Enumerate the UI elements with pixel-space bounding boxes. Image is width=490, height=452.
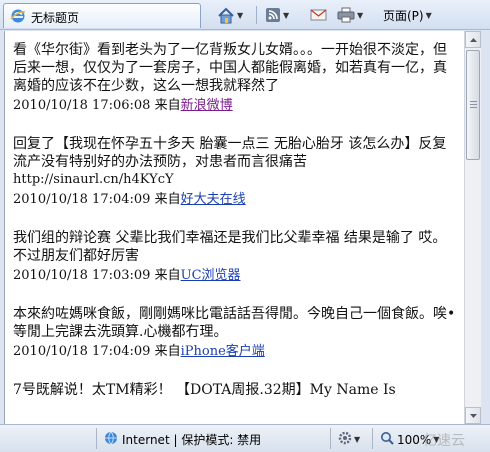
ie-page-icon — [10, 8, 26, 24]
chevron-down-icon: ▼ — [354, 435, 361, 444]
post-timestamp: 2010/10/18 17:04:09 — [13, 192, 151, 207]
arrow-up-icon — [469, 37, 477, 42]
page-menu[interactable]: 页面(P) ▼ — [383, 5, 432, 25]
post-item: 本來約咗媽咪食飯，剛剛媽咪比電話話吾得閒。今晚自己一個食飯。唉•等閒上完課去洗頭… — [13, 305, 458, 362]
arrow-down-icon — [469, 413, 477, 418]
mail-icon — [310, 8, 327, 22]
home-button[interactable]: ▼ — [217, 5, 243, 25]
post-item: 回复了【我现在怀孕五十多天 胎囊一点三 无胎心胎牙 该怎么办】反复流产没有特别好… — [13, 135, 458, 210]
chevron-down-icon[interactable]: ▼ — [283, 11, 289, 20]
source-link[interactable]: iPhone客户端 — [181, 344, 265, 359]
status-divider — [96, 428, 97, 449]
home-icon — [217, 7, 235, 24]
zone-label: Internet | 保护模式: 禁用 — [122, 433, 262, 447]
browser-toolbar: 无标题页 ▼ ▼ ▼ 页面(P) ▼ — [0, 0, 490, 30]
post-meta: 2010/10/18 17:03:09 来自UC浏览器 — [13, 266, 458, 286]
rss-icon — [265, 7, 281, 23]
source-prefix: 来自 — [154, 98, 181, 113]
source-link[interactable]: 新浪微博 — [181, 98, 233, 113]
source-link[interactable]: UC浏览器 — [181, 268, 241, 283]
post-item: 7号既解说！太TM精彩！ 【DOTA周报.32期】My Name Is — [13, 381, 458, 399]
post-list: 看《华尔街》看到老头为了一亿背叛女儿女婿。。。一开始很不淡定，但后来一想，仅仅为… — [5, 31, 464, 399]
source-prefix: 来自 — [154, 268, 181, 283]
mail-button[interactable] — [310, 5, 327, 25]
post-meta: 2010/10/18 17:06:08 来自新浪微博 — [13, 96, 458, 116]
tools-button[interactable]: ▼ — [338, 431, 360, 448]
feeds-button[interactable]: ▼ — [265, 5, 289, 25]
status-divider — [372, 428, 373, 449]
scroll-up-button[interactable] — [465, 31, 481, 48]
post-timestamp: 2010/10/18 17:04:09 — [13, 344, 151, 359]
post-text: 7号既解说！太TM精彩！ 【DOTA周报.32期】My Name Is — [13, 382, 396, 398]
gear-icon — [338, 431, 352, 448]
post-timestamp: 2010/10/18 17:06:08 — [13, 98, 151, 113]
page-menu-label: 页面(P) — [383, 8, 424, 23]
source-prefix: 来自 — [154, 192, 181, 207]
chevron-down-icon[interactable]: ▼ — [357, 11, 363, 20]
print-button[interactable]: ▼ — [337, 5, 363, 25]
post-text: 看《华尔街》看到老头为了一亿背叛女儿女婿。。。一开始很不淡定，但后来一想，仅仅为… — [13, 42, 447, 94]
security-zone[interactable]: Internet | 保护模式: 禁用 — [104, 431, 261, 448]
post-item: 看《华尔街》看到老头为了一亿背叛女儿女婿。。。一开始很不淡定，但后来一想，仅仅为… — [13, 41, 458, 116]
scroll-down-button[interactable] — [465, 407, 481, 424]
chevron-down-icon[interactable]: ▼ — [237, 11, 243, 20]
tab-current[interactable]: 无标题页 — [3, 3, 201, 28]
tab-title: 无标题页 — [31, 11, 80, 25]
globe-icon — [104, 431, 118, 448]
source-prefix: 来自 — [154, 344, 181, 359]
watermark-logo: 亿速云 — [423, 433, 465, 449]
post-url: http://sinaurl.cn/h4KYcY — [13, 172, 174, 187]
page-viewport[interactable]: 看《华尔街》看到老头为了一亿背叛女儿女婿。。。一开始很不淡定，但后来一想，仅仅为… — [4, 31, 464, 424]
vertical-scrollbar[interactable] — [464, 31, 481, 424]
window-frame — [481, 31, 490, 424]
status-bar: Internet | 保护模式: 禁用 ▼ 100% ▼ — [0, 424, 490, 452]
source-link[interactable]: 好大夫在线 — [181, 192, 246, 207]
post-meta: 2010/10/18 17:04:09 来自好大夫在线 — [13, 190, 458, 210]
magnifier-icon — [380, 431, 394, 448]
scroll-thumb[interactable] — [466, 50, 480, 160]
printer-icon — [337, 7, 355, 23]
status-divider — [330, 428, 331, 449]
post-meta: 2010/10/18 17:04:09 来自iPhone客户端 — [13, 342, 458, 362]
chevron-down-icon: ▼ — [425, 10, 432, 20]
post-item: 我们组的辩论赛 父辈比我们幸福还是我们比父辈幸福 结果是输了 哎。不过朋友们都好… — [13, 229, 458, 286]
toolbar-divider — [256, 6, 257, 24]
post-text: 我们组的辩论赛 父辈比我们幸福还是我们比父辈幸福 结果是输了 哎。不过朋友们都好… — [13, 230, 447, 264]
post-text: 本來約咗媽咪食飯，剛剛媽咪比電話話吾得閒。今晚自己一個食飯。唉•等閒上完課去洗頭… — [13, 306, 456, 340]
post-timestamp: 2010/10/18 17:03:09 — [13, 268, 151, 283]
post-text: 回复了【我现在怀孕五十多天 胎囊一点三 无胎心胎牙 该怎么办】反复流产没有特别好… — [13, 136, 447, 170]
